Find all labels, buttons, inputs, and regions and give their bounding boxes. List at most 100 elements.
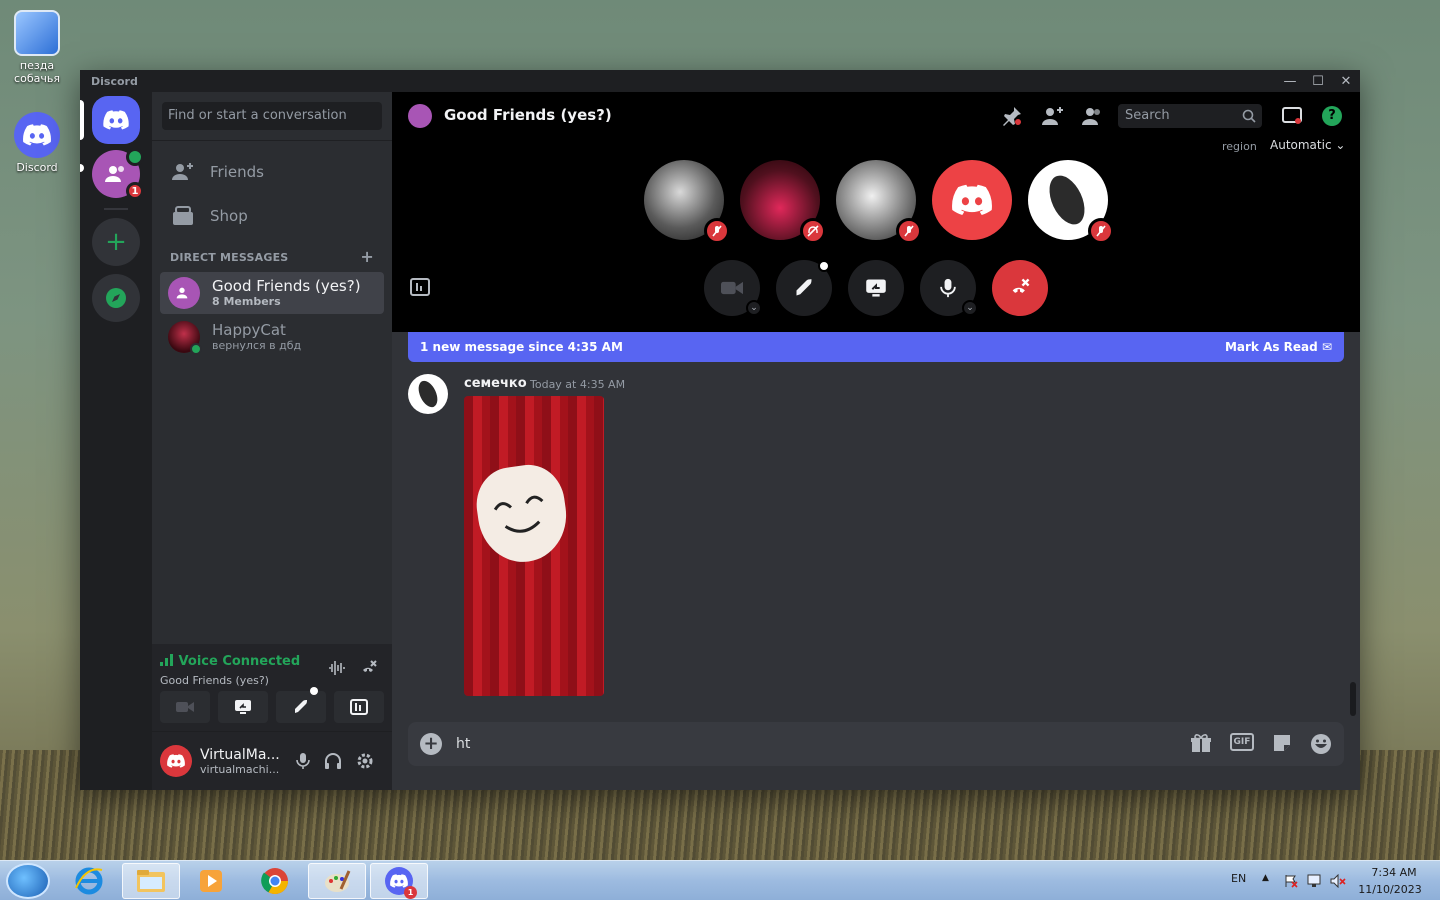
shop-icon — [173, 206, 193, 225]
taskbar-internet-explorer[interactable] — [60, 863, 118, 899]
noise-suppression-icon[interactable] — [328, 660, 346, 680]
new-dot-icon — [818, 260, 830, 272]
camera-icon — [176, 702, 194, 712]
help-icon[interactable]: ? — [1322, 106, 1342, 126]
message-author[interactable]: семечко — [464, 376, 527, 391]
dm-item-happycat[interactable]: HappyCat вернулся в дбд — [160, 316, 384, 358]
clock-time[interactable]: 7:34 AM — [1366, 866, 1422, 879]
disconnect-icon[interactable] — [360, 659, 378, 681]
desktop-icon-computer[interactable]: пезда собачья — [2, 10, 72, 85]
mute-button[interactable]: ⌄ — [920, 260, 978, 316]
friends-icon — [172, 163, 193, 180]
add-friend-icon[interactable] — [1042, 106, 1064, 126]
camera-button[interactable]: ⌄ — [704, 260, 762, 316]
new-messages-bar[interactable]: 1 new message since 4:35 AM Mark As Read… — [408, 332, 1344, 362]
microphone-icon[interactable] — [296, 752, 310, 770]
camera-button[interactable] — [160, 691, 210, 723]
gear-icon[interactable] — [356, 752, 374, 770]
leave-call-button[interactable] — [992, 260, 1048, 316]
emoji-icon[interactable] — [1310, 733, 1332, 755]
participant-avatar[interactable] — [932, 160, 1012, 240]
start-button[interactable] — [6, 863, 50, 899]
message-author-avatar[interactable] — [408, 374, 448, 414]
region-label: region — [1222, 140, 1257, 153]
region-value: Automatic — [1270, 138, 1332, 152]
group-icon — [408, 104, 432, 128]
maximize-button[interactable]: ☐ — [1304, 70, 1332, 92]
screenshare-button[interactable] — [218, 691, 268, 723]
composer-actions: GIF — [1190, 733, 1332, 755]
nav-label: Shop — [210, 207, 248, 225]
popout-icon[interactable] — [410, 278, 430, 296]
region-select[interactable]: Automatic ⌄ — [1270, 138, 1345, 152]
taskbar-explorer[interactable] — [122, 863, 180, 899]
dm-subtitle: вернулся в дбд — [212, 339, 302, 352]
soundboard-button[interactable] — [334, 691, 384, 723]
group-avatar — [168, 277, 200, 309]
taskbar-paint[interactable] — [308, 863, 366, 899]
gift-icon[interactable] — [1190, 733, 1212, 753]
avatar[interactable] — [160, 745, 192, 777]
discord-window: Discord — ☐ ✕ 1 + Find or start a conver… — [80, 70, 1360, 790]
volume-muted-icon[interactable] — [1330, 874, 1346, 888]
clock-date[interactable]: 11/10/2023 — [1358, 883, 1422, 896]
dm-subtitle: 8 Members — [212, 295, 281, 308]
search-placeholder: Search — [1125, 108, 1170, 123]
call-area: Good Friends (yes?) Search ? region Auto… — [392, 92, 1360, 332]
pin-icon[interactable] — [1002, 106, 1022, 126]
screen-share-icon — [866, 279, 886, 297]
taskbar-chrome[interactable] — [246, 863, 304, 899]
search-input[interactable]: Search — [1118, 104, 1262, 128]
muted-mic-icon — [704, 218, 730, 244]
home-button[interactable] — [92, 96, 140, 144]
discord-logo-icon — [14, 112, 60, 158]
member-list-icon[interactable] — [1082, 106, 1104, 126]
nav-shop[interactable]: Shop — [160, 195, 384, 237]
participant-avatar[interactable] — [1028, 160, 1114, 244]
participant-avatar[interactable] — [740, 160, 826, 244]
smiling-mask-image — [471, 460, 573, 568]
participant-avatar[interactable] — [836, 160, 922, 244]
voice-status[interactable]: Voice Connected — [160, 654, 300, 669]
create-dm-plus-icon[interactable]: + — [360, 249, 374, 265]
network-icon[interactable] — [1307, 874, 1323, 888]
headphones-icon[interactable] — [324, 752, 342, 770]
seed-image — [414, 377, 442, 411]
inbox-icon[interactable] — [1282, 106, 1302, 126]
scrollbar[interactable] — [1350, 682, 1356, 716]
close-button[interactable]: ✕ — [1332, 70, 1360, 92]
conversation-search[interactable]: Find or start a conversation — [162, 102, 382, 130]
camera-icon — [721, 281, 743, 295]
group-dm-button[interactable]: 1 — [92, 148, 144, 200]
message-input[interactable] — [456, 736, 1190, 752]
mark-as-read-button[interactable]: Mark As Read ✉ — [1225, 340, 1332, 354]
attach-plus-icon[interactable]: + — [420, 733, 442, 755]
activity-button[interactable] — [276, 687, 326, 723]
desktop-icon-discord[interactable]: Discord — [2, 112, 72, 174]
user-panel: VirtualMa... virtualmachi... — [152, 732, 392, 790]
language-indicator[interactable]: EN — [1231, 872, 1246, 885]
discord-logo-icon — [103, 110, 129, 130]
chevron-down-icon[interactable]: ⌄ — [746, 300, 762, 316]
taskbar-media-player[interactable] — [182, 863, 240, 899]
message-image-attachment[interactable] — [464, 396, 604, 696]
nav-friends[interactable]: Friends — [160, 151, 384, 193]
active-pill — [80, 100, 84, 140]
chevron-down-icon[interactable]: ⌄ — [962, 300, 978, 316]
voice-channel-name[interactable]: Good Friends (yes?) — [160, 674, 269, 687]
paint-icon — [325, 870, 351, 892]
activity-button[interactable] — [776, 260, 832, 316]
action-center-flag-icon[interactable] — [1284, 874, 1298, 888]
sticker-icon[interactable] — [1272, 733, 1292, 753]
dm-name: Good Friends (yes?) — [212, 277, 361, 295]
show-hidden-icons-chevron-up-icon[interactable]: ▲ — [1262, 873, 1269, 883]
minimize-button[interactable]: — — [1276, 70, 1304, 92]
taskbar-discord[interactable]: 1 — [370, 863, 428, 899]
explore-button[interactable] — [92, 274, 140, 322]
dm-item-good-friends[interactable]: Good Friends (yes?) 8 Members — [160, 272, 384, 314]
gif-icon[interactable]: GIF — [1230, 733, 1254, 751]
muted-mic-icon — [1088, 218, 1114, 244]
participant-avatar[interactable] — [644, 160, 730, 244]
screenshare-button[interactable] — [848, 260, 904, 316]
add-server-button[interactable]: + — [92, 218, 140, 266]
